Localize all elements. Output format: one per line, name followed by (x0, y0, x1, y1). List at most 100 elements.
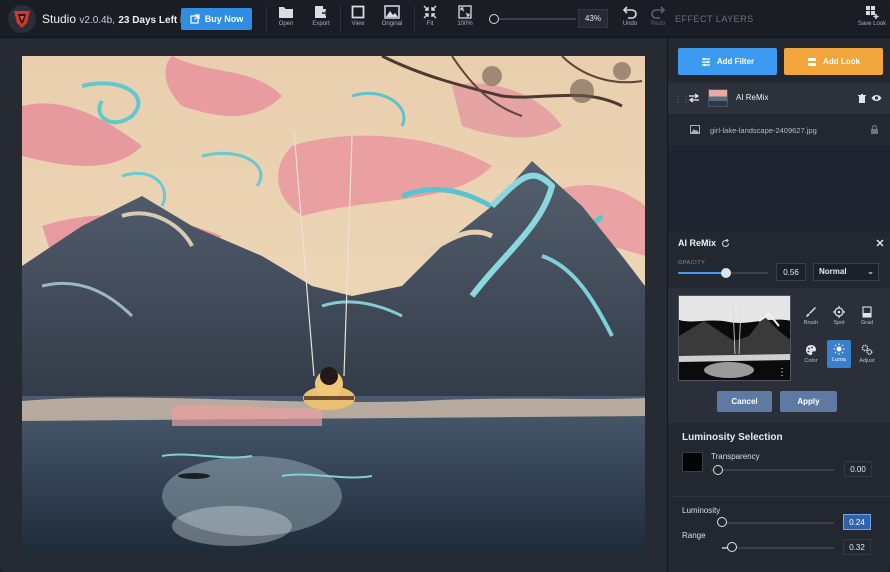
opacity-label: OPACITY (678, 260, 706, 266)
mask-preview-image (679, 296, 790, 380)
trash-icon[interactable] (858, 94, 866, 103)
range-slider-track[interactable] (722, 547, 834, 549)
opacity-slider-handle[interactable] (721, 268, 731, 278)
filter-settings-header: AI ReMix (668, 234, 890, 254)
export-button[interactable]: Export (309, 5, 333, 35)
color-tool[interactable]: Color (799, 341, 823, 369)
effect-layers-title: EFFECT LAYERS (675, 14, 754, 24)
save-look-grid-icon (866, 6, 879, 19)
apply-button[interactable]: Apply (780, 391, 837, 412)
transparency-slider-track[interactable] (711, 469, 834, 471)
original-label: Original (381, 21, 403, 27)
stylized-landscape-image (22, 56, 645, 556)
transparency-value-field[interactable]: 0.00 (844, 461, 872, 477)
range-label: Range (682, 531, 706, 540)
spot-label: Spot (833, 320, 845, 326)
panel-divider (668, 496, 890, 497)
cancel-button[interactable]: Cancel (717, 391, 772, 412)
eye-icon[interactable] (871, 94, 882, 102)
fit-label: Fit (426, 21, 434, 27)
save-look-label: Save Look (857, 21, 887, 27)
reset-icon[interactable] (721, 239, 730, 248)
more-vertical-icon[interactable]: ⋮ (777, 368, 787, 378)
spot-tool[interactable]: Spot (827, 303, 851, 331)
transparency-color-swatch[interactable] (682, 452, 703, 472)
image-icon (384, 5, 400, 19)
zoom-100-label: 100% (457, 21, 473, 27)
layer-list-empty-area (668, 146, 890, 232)
buy-now-button[interactable]: Buy Now (181, 8, 252, 30)
luminosity-selection-title: Luminosity Selection (682, 432, 783, 443)
range-value-field[interactable]: 0.32 (843, 539, 871, 555)
source-file-name: girl-lake-landscape-2409627.jpg (710, 126, 817, 135)
app-name: Studio (42, 12, 77, 26)
gradient-tool[interactable]: Grad (855, 303, 879, 331)
blend-mode-select[interactable]: Normal ⌄ (813, 263, 879, 281)
brush-tool[interactable]: Brush (799, 303, 823, 331)
redo-button[interactable]: Redo (649, 5, 667, 35)
zoom-slider-track[interactable] (494, 18, 576, 20)
folder-icon (279, 7, 293, 18)
open-button[interactable]: Open (276, 5, 296, 35)
opacity-slider-fill (678, 272, 726, 274)
fit-button[interactable]: Fit (422, 5, 438, 35)
opacity-value-field[interactable]: 0.56 (776, 263, 806, 281)
spot-target-icon (833, 306, 845, 318)
source-image-layer[interactable]: girl-lake-landscape-2409627.jpg (668, 116, 890, 145)
luminosity-slider-track[interactable] (722, 522, 834, 524)
export-label: Export (312, 21, 330, 27)
remix-arrows-icon[interactable] (688, 93, 700, 103)
effect-layers-panel: Add Filter Add Look ⋮⋮ AI ReMix girl-lak… (667, 38, 890, 572)
adjust-gears-icon (861, 344, 873, 355)
toolbar-divider (414, 6, 415, 32)
undo-button[interactable]: Undo (621, 5, 639, 35)
luminosity-mask-preview[interactable]: ⋮ (678, 295, 791, 381)
save-look-button[interactable]: Save Look (856, 5, 888, 35)
color-label: Color (804, 358, 818, 364)
luma-tool[interactable]: Luma (827, 340, 851, 368)
luminosity-value-field[interactable]: 0.24 (843, 514, 871, 530)
original-button[interactable]: Original (380, 5, 404, 35)
blend-mode-value: Normal (819, 267, 847, 276)
mask-tools-box: ⋮ Brush Spot Grad Color Luma Adjust Canc… (668, 288, 890, 423)
add-look-label: Add Look (823, 57, 860, 66)
close-icon[interactable] (876, 239, 884, 247)
app-logo-icon (8, 5, 36, 33)
undo-icon (622, 6, 637, 19)
app-version: v2.0.4b, (79, 15, 115, 26)
toolbar-divider (340, 6, 341, 32)
view-label: View (351, 21, 365, 27)
layer-thumbnail (708, 89, 728, 107)
redo-icon (651, 6, 666, 19)
add-filter-button[interactable]: Add Filter (678, 48, 777, 75)
layer-item-ai-remix[interactable]: ⋮⋮ AI ReMix (668, 83, 890, 114)
lock-icon (871, 125, 878, 134)
luma-label: Luma (832, 357, 846, 363)
fit-arrows-icon (423, 5, 437, 19)
zoom-value-field[interactable]: 43% (578, 9, 608, 28)
zoom-slider-handle[interactable] (489, 14, 499, 24)
transparency-slider-handle[interactable] (713, 465, 723, 475)
view-square-icon (351, 5, 365, 19)
add-look-button[interactable]: Add Look (784, 48, 883, 75)
zoom-100-button[interactable]: 100% (455, 5, 475, 35)
expand-icon (458, 5, 472, 19)
range-slider-handle[interactable] (727, 542, 737, 552)
edited-photo-preview[interactable] (22, 56, 645, 556)
filter-title: AI ReMix (678, 238, 717, 248)
undo-label: Undo (622, 21, 638, 27)
redo-label: Redo (650, 21, 666, 27)
image-canvas-area[interactable] (0, 38, 667, 572)
transparency-label: Transparency (711, 452, 760, 461)
adjust-tool[interactable]: Adjust (855, 341, 879, 369)
luminosity-label: Luminosity (682, 506, 721, 515)
luminosity-slider-handle[interactable] (717, 517, 727, 527)
image-icon (690, 125, 700, 134)
adjust-label: Adjust (859, 358, 875, 364)
buy-now-label: Buy Now (204, 14, 244, 24)
luma-sun-icon (833, 343, 845, 355)
studio-app-window: Studio v2.0.4b, 23 Days Left in Trial Bu… (0, 0, 890, 572)
view-button[interactable]: View (349, 5, 367, 35)
toolbar-divider (266, 6, 267, 32)
gradient-icon (862, 306, 872, 318)
